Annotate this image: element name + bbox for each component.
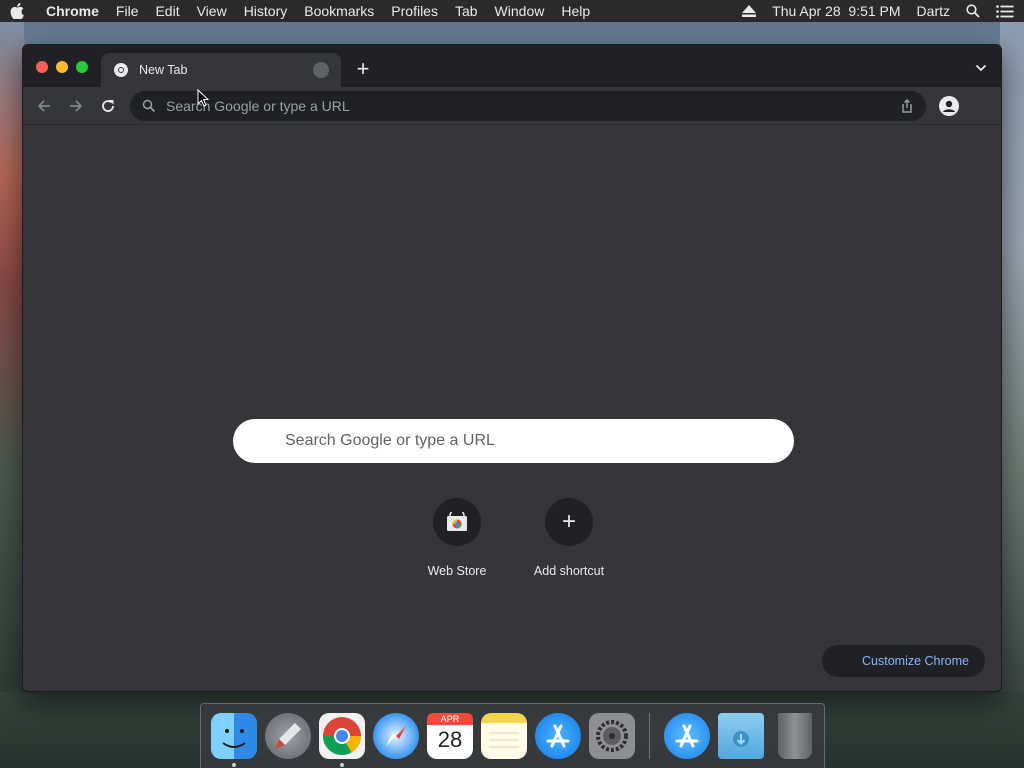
calendar-icon[interactable]: APR 28 [427, 713, 473, 759]
menubar-clock[interactable]: Thu Apr 28 9:51 PM [772, 3, 900, 19]
back-arrow-icon[interactable] [35, 97, 53, 115]
app-store-icon[interactable] [535, 713, 581, 759]
trash-icon[interactable] [778, 713, 812, 759]
profile-avatar-icon[interactable] [939, 96, 959, 116]
downloads-folder-icon[interactable] [718, 713, 764, 759]
menu-bookmarks[interactable]: Bookmarks [304, 3, 374, 19]
search-icon [142, 99, 156, 113]
ntp-search-box[interactable] [233, 419, 794, 463]
notes-icon[interactable] [481, 713, 527, 759]
shortcut-label: Add shortcut [533, 564, 605, 578]
system-preferences-icon[interactable] [589, 713, 635, 759]
customize-chrome-button[interactable]: Customize Chrome [822, 645, 985, 677]
desktop-wallpaper-right [1000, 22, 1024, 768]
menubar-user[interactable]: Dartz [917, 3, 950, 19]
web-store-icon [433, 498, 481, 546]
chrome-favicon-icon [113, 62, 129, 78]
address-input[interactable] [166, 98, 900, 114]
running-indicator [340, 763, 344, 767]
menu-view[interactable]: View [197, 3, 227, 19]
mouse-cursor-icon [197, 88, 210, 107]
menu-help[interactable]: Help [561, 3, 590, 19]
desktop-wallpaper-left [0, 22, 24, 768]
new-tab-page: Web Store + Add shortcut Customize Chrom… [23, 125, 1001, 691]
new-tab-button[interactable]: + [353, 58, 373, 80]
eject-icon[interactable] [742, 5, 757, 17]
menu-bar: Chrome File Edit View History Bookmarks … [0, 0, 1024, 22]
launchpad-icon[interactable] [265, 713, 311, 759]
tab-search-chevron-icon[interactable] [975, 61, 987, 73]
shortcut-add[interactable]: + Add shortcut [513, 498, 625, 578]
calendar-month: APR [427, 713, 473, 725]
tab-strip: New Tab + [23, 45, 1001, 87]
plus-icon: + [545, 498, 593, 546]
running-indicator [232, 763, 236, 767]
forward-arrow-icon[interactable] [67, 97, 85, 115]
menu-window[interactable]: Window [495, 3, 545, 19]
tab-new-tab[interactable]: New Tab [101, 53, 341, 87]
address-bar[interactable] [130, 91, 926, 121]
menu-profiles[interactable]: Profiles [391, 3, 438, 19]
reload-icon[interactable] [99, 97, 117, 115]
chrome-window: New Tab + Search Google or type a URL Se… [22, 44, 1002, 692]
browser-toolbar [23, 87, 1001, 125]
menu-file[interactable]: File [116, 3, 139, 19]
calendar-day: 28 [437, 727, 463, 752]
safari-icon[interactable] [373, 713, 419, 759]
tab-title: New Tab [139, 63, 188, 77]
shortcut-label: Web Store [427, 564, 487, 578]
close-window-button[interactable] [36, 61, 48, 73]
google-chrome-icon[interactable] [319, 713, 365, 767]
apple-menu-icon[interactable] [10, 3, 26, 19]
dock: APR 28 [200, 703, 825, 768]
zoom-window-button[interactable] [76, 61, 88, 73]
notification-center-icon[interactable] [996, 4, 1014, 18]
minimize-window-button[interactable] [56, 61, 68, 73]
tab-close-icon[interactable] [313, 62, 329, 78]
app-store-installer-icon[interactable] [664, 713, 710, 759]
finder-icon[interactable] [211, 713, 257, 767]
menu-app-name[interactable]: Chrome [46, 3, 99, 19]
shortcut-web-store[interactable]: Web Store [401, 498, 513, 578]
menu-tab[interactable]: Tab [455, 3, 478, 19]
spotlight-search-icon[interactable] [966, 4, 980, 18]
menu-edit[interactable]: Edit [155, 3, 179, 19]
dock-separator [649, 713, 650, 759]
menu-history[interactable]: History [244, 3, 288, 19]
share-icon[interactable] [900, 99, 914, 113]
ntp-search-input[interactable] [285, 432, 742, 450]
